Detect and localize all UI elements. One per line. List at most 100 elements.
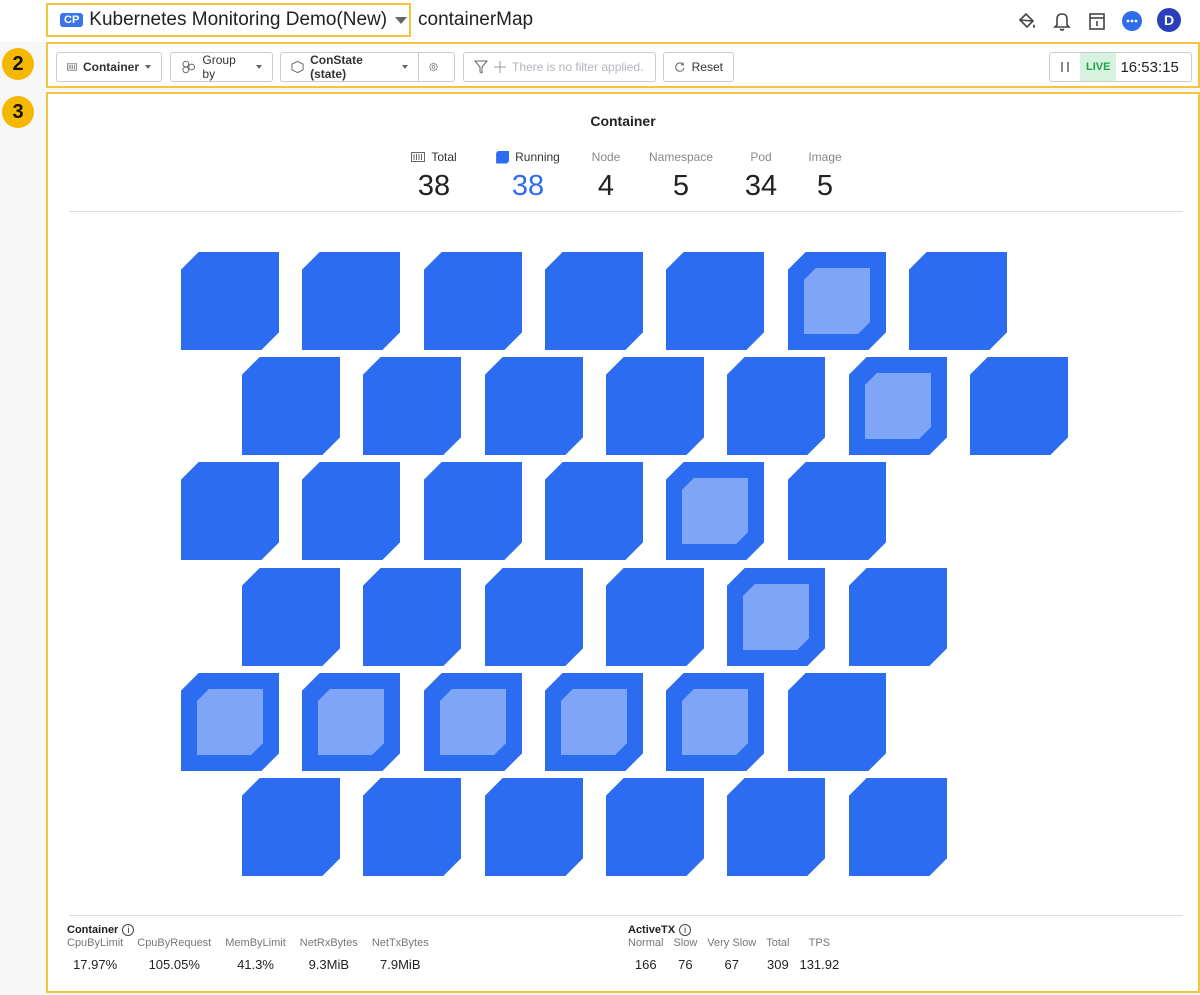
container-icon [411,152,426,162]
filter-placeholder: There is no filter applied. [512,60,644,74]
container-cell[interactable] [849,568,947,666]
gear-icon [429,62,438,72]
container-cell[interactable] [302,673,400,771]
project-type-tag: CP [60,13,84,27]
container-cell[interactable] [727,568,825,666]
container-cell[interactable] [849,357,947,455]
stat-namespace-label: Namespace [648,150,714,164]
stat-total-label: Total [431,150,457,164]
container-cell[interactable] [545,673,643,771]
stat-node-value: 4 [597,170,615,202]
container-metrics: Container i CpuByLimit 17.97% CpuByReques… [67,924,443,972]
container-cell[interactable] [242,357,340,455]
selected-highlight [197,689,263,755]
metric-net-rx-bytes: NetRxBytes 9.3MiB [299,937,358,972]
container-cell[interactable] [788,462,886,560]
active-tx-metrics: ActiveTX i Normal 166 Slow 76 Very Slow 67 … [628,924,853,972]
divider [69,211,1183,212]
container-cell[interactable] [424,673,522,771]
metric-normal: Normal 166 [628,937,664,972]
container-cell[interactable] [606,778,704,876]
stat-total-value: 38 [417,170,451,202]
pause-button[interactable] [1050,53,1080,81]
group-by-dropdown[interactable]: Group by [170,52,273,82]
project-selector[interactable]: CP Kubernetes Monitoring Demo(New) [46,3,411,37]
stat-image-value: 5 [816,170,834,202]
container-cell[interactable] [545,252,643,350]
container-cell[interactable] [242,568,340,666]
container-cell[interactable] [545,462,643,560]
container-cell[interactable] [302,252,400,350]
calendar-info-icon[interactable] [1084,8,1110,34]
metric-very-slow: Very Slow 67 [707,937,757,972]
container-cell[interactable] [727,357,825,455]
panel-title: Container [590,113,656,129]
container-cell[interactable] [485,568,583,666]
container-cell[interactable] [363,778,461,876]
metric-slow: Slow 76 [673,937,698,972]
selected-highlight [743,584,809,650]
stat-total: Total 38 [404,150,464,203]
selected-highlight [804,268,870,334]
settings-button[interactable] [418,52,455,82]
chat-icon[interactable] [1119,8,1145,34]
group-by-label: Group by [202,53,236,81]
toolbar: Container Group by ConState (state) Ther… [46,42,1200,88]
container-cell[interactable] [363,357,461,455]
pause-icon [1061,62,1069,72]
container-cell[interactable] [666,673,764,771]
page-title: containerMap [418,9,534,30]
container-cell[interactable] [181,462,279,560]
selected-highlight [561,689,627,755]
info-icon[interactable]: i [679,924,692,936]
reset-button[interactable]: Reset [663,52,734,82]
container-cell[interactable] [909,252,1007,350]
info-icon[interactable]: i [122,924,135,936]
stat-namespace: Namespace 5 [644,150,718,203]
hexagon-icon [291,60,304,74]
container-cell[interactable] [424,462,522,560]
container-cell[interactable] [485,778,583,876]
container-cell[interactable] [970,357,1068,455]
bell-icon[interactable] [1049,8,1075,34]
container-cell[interactable] [181,673,279,771]
divider [69,915,1183,916]
container-map-panel: Container Total 38 Running 38 Node 4 Nam… [46,92,1200,993]
container-cell[interactable] [788,252,886,350]
selected-highlight [865,373,931,439]
filter-input[interactable]: There is no filter applied. [463,52,656,82]
chevron-down-icon [256,65,262,69]
container-cell[interactable] [485,357,583,455]
stat-image: Image 5 [800,150,850,203]
container-cell[interactable] [788,673,886,771]
container-cell[interactable] [181,252,279,350]
container-cell[interactable] [424,252,522,350]
section-badge-2: 2 [2,48,34,80]
container-cell[interactable] [242,778,340,876]
group-icon [182,60,195,74]
selected-highlight [318,689,384,755]
user-avatar[interactable]: D [1157,8,1181,32]
paint-bucket-icon[interactable] [1014,8,1040,34]
container-cell[interactable] [666,252,764,350]
stat-node: Node 4 [580,150,632,203]
container-cell[interactable] [666,462,764,560]
stat-pod-label: Pod [750,150,772,164]
container-cell[interactable] [606,568,704,666]
state-dropdown[interactable]: ConState (state) [280,52,419,82]
stat-running-label: Running [515,150,560,164]
container-cell[interactable] [606,357,704,455]
container-cell[interactable] [302,462,400,560]
container-cell[interactable] [727,778,825,876]
selected-highlight [682,689,748,755]
stat-namespace-value: 5 [672,170,690,202]
container-icon [67,63,77,71]
section-badge-3: 3 [2,96,34,128]
container-cell[interactable] [363,568,461,666]
top-bar: CP Kubernetes Monitoring Demo(New) conta… [0,0,1200,42]
container-cell[interactable] [849,778,947,876]
object-type-dropdown[interactable]: Container [56,52,162,82]
project-name: Kubernetes Monitoring Demo(New) [89,9,388,30]
object-type-label: Container [82,60,139,74]
stat-pod: Pod 34 [736,150,786,203]
